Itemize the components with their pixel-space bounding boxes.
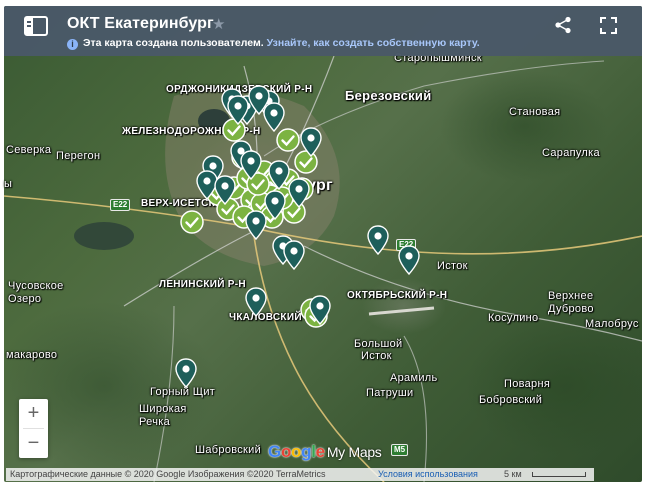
map-header: ОКТ Екатеринбург ★ i Эта карта создана по…	[4, 6, 642, 56]
scale-label: 5 км	[504, 469, 522, 479]
map-terrain	[4, 55, 642, 482]
place-label: Бобровский	[479, 394, 543, 406]
pin-marker-icon[interactable]	[367, 225, 389, 255]
map-canvas[interactable]	[4, 6, 642, 482]
place-label: макарово	[6, 349, 58, 361]
attribution-bar: Картографические данные © 2020 Google Из…	[6, 468, 594, 481]
info-line: i Эта карта создана пользователем. Узнайте…	[67, 37, 480, 50]
share-icon[interactable]	[554, 16, 572, 34]
place-label: Речка	[139, 416, 171, 428]
place-label: Косулино	[488, 312, 539, 324]
pin-marker-icon[interactable]	[245, 210, 267, 240]
info-text: Эта карта создана пользователем.	[83, 37, 264, 49]
place-label: Чусовское	[8, 280, 64, 292]
place-label: Большой	[354, 338, 403, 350]
pin-marker-icon[interactable]	[268, 160, 290, 190]
google-my-maps-logo: Google My Maps	[268, 442, 382, 462]
pin-marker-icon[interactable]	[248, 85, 270, 115]
place-label: Дуброво	[548, 303, 594, 315]
place-label: Северка	[6, 144, 52, 156]
place-label: Верхнее	[548, 290, 594, 302]
scale-bar	[532, 472, 586, 477]
zoom-controls: + −	[19, 399, 48, 458]
check-marker-icon[interactable]	[180, 210, 204, 234]
pin-marker-icon[interactable]	[214, 175, 236, 205]
place-label: Широкая	[139, 403, 187, 415]
place-label: Перегон	[56, 150, 101, 162]
pin-marker-icon[interactable]	[240, 150, 262, 180]
learn-link[interactable]: Узнайте, как создать собственную карту.	[267, 37, 480, 49]
pin-marker-icon[interactable]	[309, 295, 331, 325]
place-label: Малобрус	[585, 318, 639, 330]
place-label: ОКТЯБРЬСКИЙ Р-Н	[347, 290, 448, 301]
place-label: ЛЕНИНСКИЙ Р-Н	[159, 279, 246, 290]
place-label: Поварня	[504, 378, 551, 390]
pin-marker-icon[interactable]	[288, 178, 310, 208]
pin-marker-icon[interactable]	[245, 287, 267, 317]
pin-marker-icon[interactable]	[175, 358, 197, 388]
place-label: Шабровский	[195, 444, 262, 456]
pin-marker-icon[interactable]	[264, 190, 286, 220]
legend-toggle-icon[interactable]	[24, 16, 48, 36]
zoom-in-button[interactable]: +	[19, 399, 48, 428]
fullscreen-icon[interactable]	[600, 17, 617, 34]
terms-link[interactable]: Условия использования	[378, 468, 478, 481]
road-shield: M5	[391, 444, 409, 456]
map-title: ОКТ Екатеринбург	[67, 15, 214, 32]
place-label: Исток	[361, 350, 392, 362]
info-icon: i	[67, 39, 78, 50]
pin-marker-icon[interactable]	[227, 95, 249, 125]
place-label: Патруши	[366, 387, 414, 399]
place-label: Арамиль	[390, 372, 438, 384]
pin-marker-icon[interactable]	[300, 127, 322, 157]
place-label: Сарапулка	[542, 147, 600, 159]
pin-marker-icon[interactable]	[398, 245, 420, 275]
mymaps-logo-text: My Maps	[326, 444, 382, 460]
zoom-out-button[interactable]: −	[19, 429, 48, 458]
place-label: Исток	[437, 260, 468, 272]
road-shield: E22	[110, 199, 131, 211]
google-logo-text: Google	[268, 442, 325, 461]
star-icon[interactable]: ★	[212, 15, 225, 33]
place-label: Становая	[509, 106, 561, 118]
pin-marker-icon[interactable]	[283, 240, 305, 270]
place-label: Березовский	[345, 88, 432, 103]
place-label: ы	[4, 178, 13, 190]
place-label: Озеро	[8, 293, 42, 305]
attribution-text: Картографические данные © 2020 Google Из…	[10, 469, 326, 479]
